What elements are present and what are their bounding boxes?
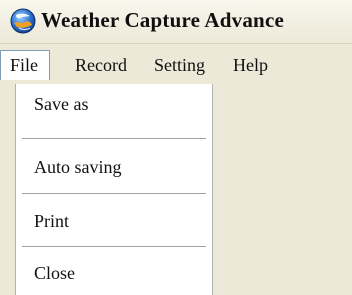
menu-item-close[interactable]: Close xyxy=(16,255,212,291)
title-bar[interactable]: Weather Capture Advance xyxy=(0,0,352,44)
menu-separator xyxy=(22,193,206,194)
menu-separator xyxy=(22,138,206,139)
menu-separator xyxy=(22,246,206,247)
weather-globe-icon[interactable] xyxy=(10,8,36,34)
menu-record[interactable]: Record xyxy=(66,50,136,80)
menu-file[interactable]: File xyxy=(0,50,50,80)
menu-setting[interactable]: Setting xyxy=(145,50,214,80)
menu-item-save-as[interactable]: Save as xyxy=(16,86,212,122)
menu-help[interactable]: Help xyxy=(224,50,277,80)
window-title: Weather Capture Advance xyxy=(41,8,284,32)
menu-item-auto-saving[interactable]: Auto saving xyxy=(16,149,212,185)
menu-item-print[interactable]: Print xyxy=(16,203,212,239)
menu-bar: File Record Setting Help xyxy=(0,50,352,80)
app-window: Weather Capture Advance File Record Sett… xyxy=(0,0,352,295)
file-menu-dropdown: Save as Auto saving Print Close xyxy=(15,84,213,295)
